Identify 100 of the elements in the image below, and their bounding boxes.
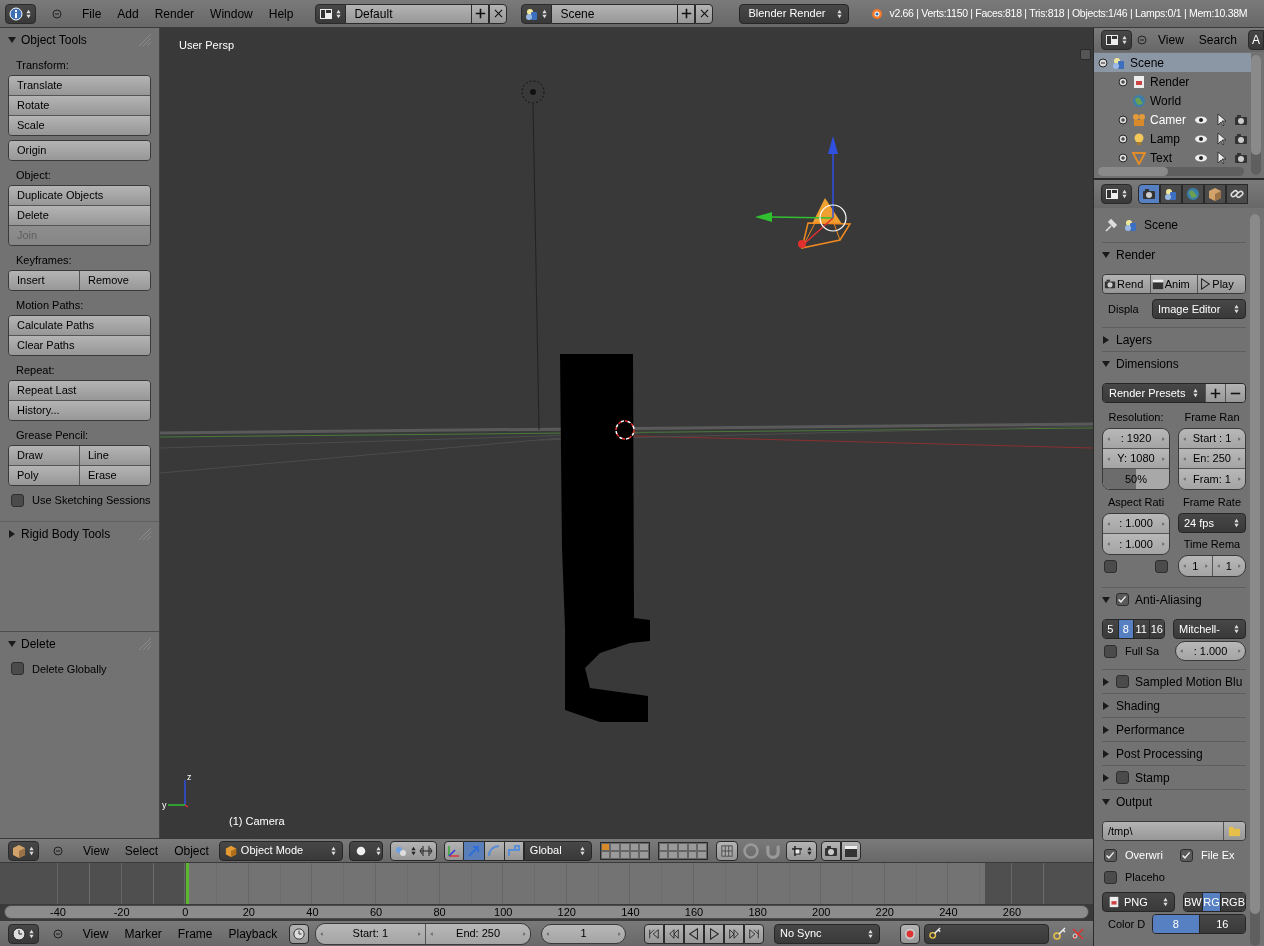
decrement-arrow-icon[interactable] (1106, 540, 1111, 548)
sync-dropdown[interactable]: No Sync (774, 923, 881, 944)
panel-title[interactable]: Rigid Body Tools (21, 524, 132, 543)
collapse-menu-icon[interactable] (50, 926, 65, 941)
checkbox[interactable] (1104, 560, 1117, 573)
checkbox-label[interactable]: Delete Globally (32, 660, 107, 677)
increment-arrow-icon[interactable] (1161, 454, 1166, 463)
delete-button[interactable] (695, 3, 714, 24)
panel-title[interactable]: Stamp (1135, 768, 1244, 787)
render-animation-button[interactable] (840, 840, 861, 861)
tool-button[interactable]: Duplicate Objects (9, 186, 150, 205)
add-preset-button[interactable] (1205, 384, 1225, 402)
number-field[interactable]: : 1.000 (1103, 514, 1169, 534)
context-tab[interactable] (1182, 184, 1204, 204)
checkbox[interactable] (1104, 644, 1117, 658)
checkbox[interactable] (1116, 675, 1129, 688)
editor-type-selector[interactable] (1101, 184, 1132, 204)
decrement-arrow-icon[interactable] (1182, 475, 1187, 483)
expand-triangle-icon[interactable] (1102, 749, 1110, 758)
checkbox[interactable] (1104, 848, 1117, 862)
playback-button[interactable] (684, 923, 704, 944)
panel-title[interactable]: Post Processing (1116, 744, 1244, 763)
editor-type-selector[interactable] (5, 3, 36, 24)
toggle-option[interactable]: 11 (1133, 620, 1149, 638)
mode-dropdown[interactable]: Object Mode (218, 840, 343, 861)
panel-title[interactable]: Performance (1116, 720, 1244, 739)
number-field[interactable]: : 1.000 (1103, 534, 1169, 554)
pin-icon[interactable] (1104, 218, 1118, 232)
editor-type-selector[interactable] (8, 840, 39, 861)
render-button[interactable]: Play (1197, 275, 1245, 293)
tool-button[interactable]: Draw (9, 446, 79, 465)
menu-item[interactable]: View (76, 924, 115, 943)
decrement-arrow-icon[interactable] (1106, 434, 1111, 443)
camera-icon[interactable] (1234, 131, 1248, 146)
filter-dropdown[interactable]: Mitchell- (1173, 619, 1246, 639)
panel-title[interactable]: Shading (1116, 696, 1244, 715)
vertical-scrollbar[interactable] (1251, 55, 1261, 175)
toggle-option[interactable]: 5 (1103, 620, 1118, 638)
presets-dropdown[interactable]: Render Presets (1103, 384, 1205, 402)
tool-button[interactable]: Remove (79, 271, 150, 290)
increment-arrow-icon[interactable] (616, 929, 622, 938)
tool-button[interactable]: Erase (79, 466, 150, 485)
panel-title[interactable]: Render (1116, 245, 1244, 264)
menu-item[interactable]: Marker (118, 924, 168, 943)
panel-title[interactable]: Layers (1116, 330, 1244, 349)
number-field[interactable]: : 1.000 (1175, 641, 1246, 661)
add-button[interactable] (677, 3, 696, 24)
orientation-dropdown[interactable]: Global (523, 840, 592, 861)
collapse-icon[interactable] (1098, 57, 1108, 68)
checkbox[interactable] (11, 662, 24, 676)
rotate-toggle[interactable] (483, 840, 504, 861)
number-field[interactable]: Fram: 1 (1179, 469, 1245, 489)
tool-button[interactable]: Rotate (9, 96, 150, 115)
decrement-arrow-icon[interactable] (1179, 647, 1184, 655)
panel-title[interactable]: Anti-Aliasing (1135, 590, 1244, 609)
keying-set-field[interactable] (923, 923, 1049, 944)
context-path[interactable]: Scene (1144, 216, 1179, 234)
camera-icon[interactable] (1234, 112, 1248, 127)
menu-item[interactable]: Window (204, 4, 259, 23)
panel-title[interactable]: Sampled Motion Blu (1135, 672, 1244, 691)
checkbox[interactable] (1180, 848, 1193, 862)
manipulator-toggle[interactable] (443, 840, 464, 861)
drag-grip-icon[interactable] (137, 34, 151, 46)
layout-selector[interactable] (315, 3, 347, 24)
context-tab[interactable] (1226, 184, 1248, 204)
collapse-triangle-icon[interactable] (1102, 595, 1110, 604)
expand-icon[interactable] (1118, 152, 1128, 163)
pivot-dropdown[interactable] (389, 840, 437, 861)
decrement-arrow-icon[interactable] (1106, 519, 1111, 528)
percentage-slider[interactable]: 50% (1103, 469, 1169, 489)
expand-triangle-icon[interactable] (1102, 725, 1110, 734)
tool-button[interactable]: Line (79, 446, 150, 465)
editor-type-selector[interactable] (1101, 30, 1132, 50)
camera-icon[interactable] (1234, 150, 1248, 165)
shading-dropdown[interactable] (348, 840, 383, 861)
toggle-option[interactable]: RGB (1220, 893, 1245, 911)
tool-button[interactable]: Repeat Last (9, 381, 150, 400)
display-mode-dropdown[interactable]: A (1248, 30, 1264, 50)
checkbox[interactable] (1155, 560, 1168, 573)
tool-button[interactable]: Calculate Paths (9, 316, 150, 335)
collapse-menu-icon[interactable] (51, 843, 65, 858)
tool-button[interactable]: Insert (9, 271, 79, 290)
increment-arrow-icon[interactable] (1237, 454, 1242, 463)
menu-item[interactable]: Playback (222, 924, 284, 943)
delete-key-icon[interactable] (1071, 926, 1085, 941)
tool-button[interactable]: Delete (9, 206, 150, 225)
collapse-menu-icon[interactable] (50, 6, 64, 21)
context-tab[interactable] (1138, 184, 1160, 204)
cursor-icon[interactable] (1214, 150, 1228, 165)
lock-layers-toggle[interactable] (715, 840, 738, 861)
menu-item[interactable]: Search (1192, 31, 1243, 49)
drag-grip-icon[interactable] (137, 527, 151, 540)
menu-item[interactable]: Render (148, 4, 201, 23)
tool-button[interactable]: History... (9, 401, 150, 420)
increment-arrow-icon[interactable] (1161, 519, 1166, 528)
checkbox-label[interactable]: File Ex (1201, 846, 1235, 864)
increment-arrow-icon[interactable] (1161, 434, 1166, 443)
preview-range-toggle[interactable] (289, 923, 309, 944)
number-field[interactable]: 1 (541, 923, 626, 944)
cursor-icon[interactable] (1214, 112, 1228, 127)
